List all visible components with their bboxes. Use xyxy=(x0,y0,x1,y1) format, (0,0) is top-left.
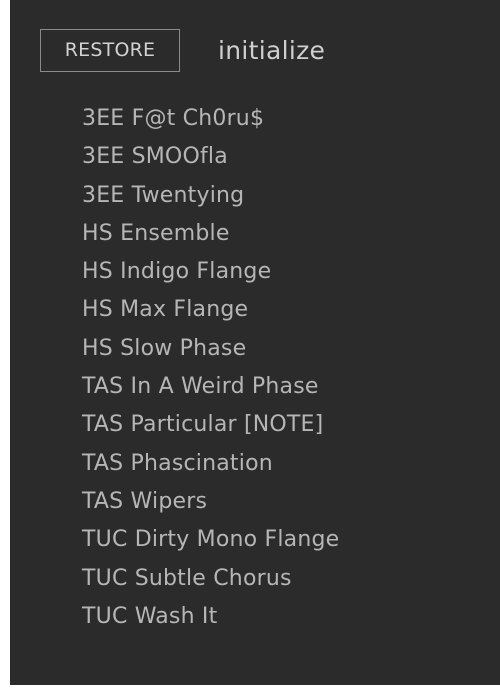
preset-list: 3EE F@t Ch0ru$ 3EE SMOOfla 3EE Twentying… xyxy=(82,100,339,636)
preset-item[interactable]: TUC Dirty Mono Flange xyxy=(82,521,339,559)
preset-item[interactable]: 3EE SMOOfla xyxy=(82,138,339,176)
preset-item[interactable]: TAS Phascination xyxy=(82,445,339,483)
preset-item[interactable]: TUC Subtle Chorus xyxy=(82,560,339,598)
preset-item[interactable]: HS Slow Phase xyxy=(82,330,339,368)
preset-item[interactable]: HS Max Flange xyxy=(82,291,339,329)
preset-item[interactable]: 3EE Twentying xyxy=(82,177,339,215)
preset-menu-panel: RESTORE initialize 3EE F@t Ch0ru$ 3EE SM… xyxy=(10,0,500,685)
restore-button[interactable]: RESTORE xyxy=(40,29,180,72)
preset-item[interactable]: TAS Wipers xyxy=(82,483,339,521)
current-preset-name: initialize xyxy=(218,36,326,65)
preset-item[interactable]: TAS In A Weird Phase xyxy=(82,368,339,406)
preset-item[interactable]: HS Ensemble xyxy=(82,215,339,253)
preset-item[interactable]: TAS Particular [NOTE] xyxy=(82,406,339,444)
preset-item[interactable]: TUC Wash It xyxy=(82,598,339,636)
preset-item[interactable]: 3EE F@t Ch0ru$ xyxy=(82,100,339,138)
preset-item[interactable]: HS Indigo Flange xyxy=(82,253,339,291)
